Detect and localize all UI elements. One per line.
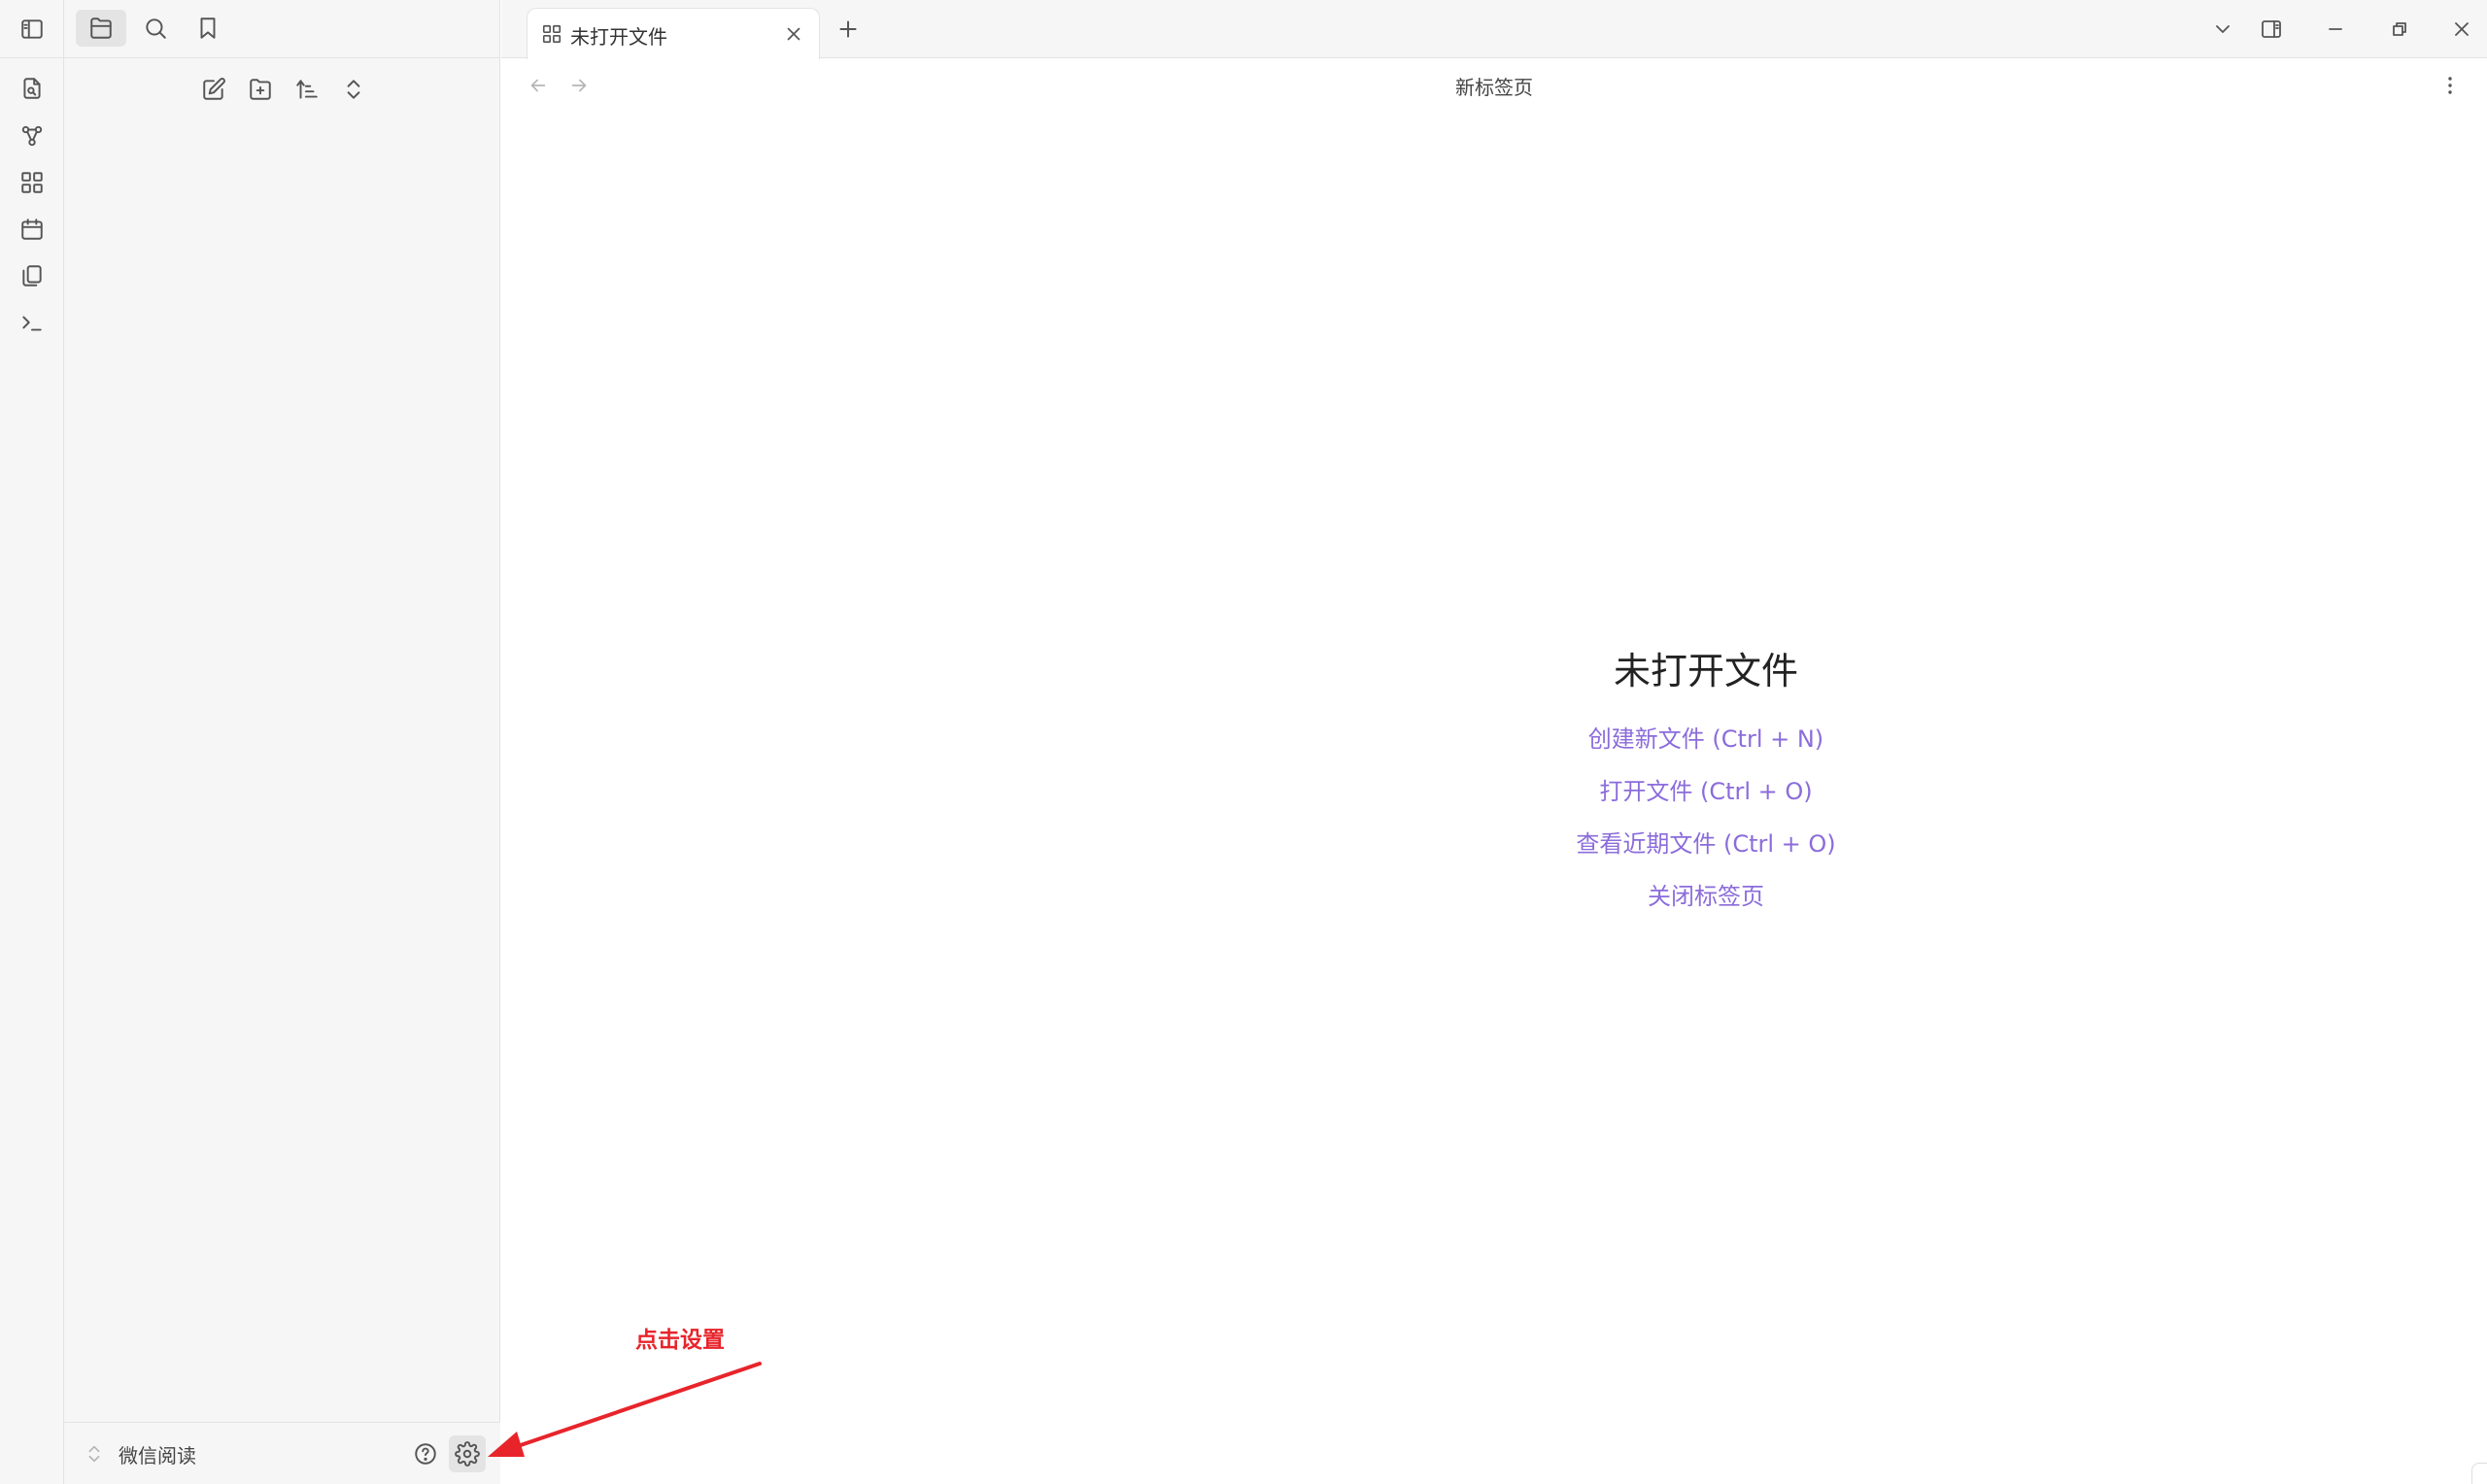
sidebar-tab-bar bbox=[64, 0, 500, 58]
layout-grid-icon bbox=[542, 24, 562, 44]
sort-icon bbox=[296, 80, 318, 99]
tab-files[interactable] bbox=[76, 10, 126, 47]
folder-open-icon bbox=[90, 17, 112, 39]
annotation-label: 点击设置 bbox=[635, 1328, 725, 1353]
command-palette-button[interactable] bbox=[13, 303, 51, 342]
command-palette-icon bbox=[22, 316, 42, 331]
tab-bar: 未打开文件 bbox=[501, 0, 2487, 59]
daily-note-icon bbox=[21, 219, 43, 240]
empty-state: 未打开文件 创建新文件 (Ctrl + N) 打开文件 (Ctrl + O) 查… bbox=[1366, 641, 2046, 933]
open-quick-switcher-icon bbox=[23, 78, 41, 99]
tab-list-button[interactable] bbox=[2201, 10, 2244, 49]
toggle-right-sidebar-button[interactable] bbox=[2250, 10, 2293, 49]
close-tab-link[interactable]: 关闭标签页 bbox=[1366, 881, 2046, 912]
daily-note-button[interactable] bbox=[13, 210, 51, 249]
templates-icon bbox=[22, 265, 42, 287]
more-vertical-icon bbox=[2448, 77, 2452, 94]
tab-title: 未打开文件 bbox=[570, 25, 667, 49]
create-new-file-link[interactable]: 创建新文件 (Ctrl + N) bbox=[1366, 724, 2046, 755]
expand-collapse-button[interactable] bbox=[334, 70, 373, 109]
tab-bookmarks[interactable] bbox=[183, 10, 233, 47]
settings-button[interactable] bbox=[449, 1435, 486, 1472]
chevrons-up-down-icon bbox=[347, 80, 360, 99]
minimize-button[interactable] bbox=[2314, 10, 2357, 49]
close-window-button[interactable] bbox=[2440, 10, 2483, 49]
templates-button[interactable] bbox=[13, 256, 51, 295]
new-note-button[interactable] bbox=[194, 70, 233, 109]
close-icon bbox=[787, 27, 801, 41]
tab-close-button[interactable] bbox=[780, 20, 807, 48]
help-icon bbox=[415, 1443, 436, 1465]
plus-icon bbox=[839, 20, 857, 38]
graph-view-icon bbox=[21, 125, 43, 147]
open-file-link[interactable]: 打开文件 (Ctrl + O) bbox=[1366, 776, 2046, 807]
chevrons-up-down-icon bbox=[88, 1445, 100, 1463]
more-options-button[interactable] bbox=[2435, 70, 2466, 101]
new-tab-button[interactable] bbox=[832, 13, 865, 46]
folder-plus-icon bbox=[250, 79, 271, 100]
canvas-icon bbox=[21, 172, 43, 193]
view-title: 新标签页 bbox=[1455, 76, 1533, 99]
close-icon bbox=[2455, 22, 2469, 36]
new-folder-button[interactable] bbox=[241, 70, 280, 109]
tab-empty[interactable]: 未打开文件 bbox=[527, 8, 820, 59]
graph-view-button[interactable] bbox=[13, 117, 51, 155]
minimize-icon bbox=[2329, 28, 2342, 30]
edit-icon bbox=[203, 78, 225, 100]
sidebar-toggle-icon bbox=[21, 19, 43, 39]
restore-button[interactable] bbox=[2378, 10, 2421, 49]
main-workspace: 未打开文件 新标签页 未打开文件 创建新文件 (Ctrl + N) 打开文件 (… bbox=[501, 0, 2487, 1484]
help-button[interactable] bbox=[407, 1435, 444, 1472]
chevron-down-icon bbox=[2216, 25, 2230, 33]
view-header: 新标签页 bbox=[501, 58, 2487, 113]
canvas-button[interactable] bbox=[13, 163, 51, 202]
sort-button[interactable] bbox=[288, 70, 326, 109]
file-explorer-toolbar bbox=[64, 70, 500, 109]
vault-switcher[interactable]: 微信阅读 bbox=[84, 1438, 196, 1469]
search-icon bbox=[146, 18, 166, 39]
recent-files-link[interactable]: 查看近期文件 (Ctrl + O) bbox=[1366, 828, 2046, 860]
empty-state-title: 未打开文件 bbox=[1613, 650, 1798, 692]
bookmark-icon bbox=[200, 17, 216, 39]
vault-bar: 微信阅读 bbox=[64, 1422, 500, 1484]
scroll-corner bbox=[2471, 1463, 2487, 1484]
vault-name: 微信阅读 bbox=[119, 1443, 196, 1467]
quick-switcher-button[interactable] bbox=[13, 69, 51, 108]
gear-icon bbox=[455, 1441, 480, 1467]
left-ribbon bbox=[0, 0, 64, 1484]
restore-icon bbox=[2393, 22, 2406, 36]
left-sidebar: 微信阅读 bbox=[64, 0, 500, 1484]
ribbon-top bbox=[0, 0, 64, 58]
right-sidebar-toggle-icon bbox=[2262, 20, 2281, 38]
toggle-sidebar-button[interactable] bbox=[13, 10, 51, 49]
tab-search[interactable] bbox=[130, 10, 181, 47]
